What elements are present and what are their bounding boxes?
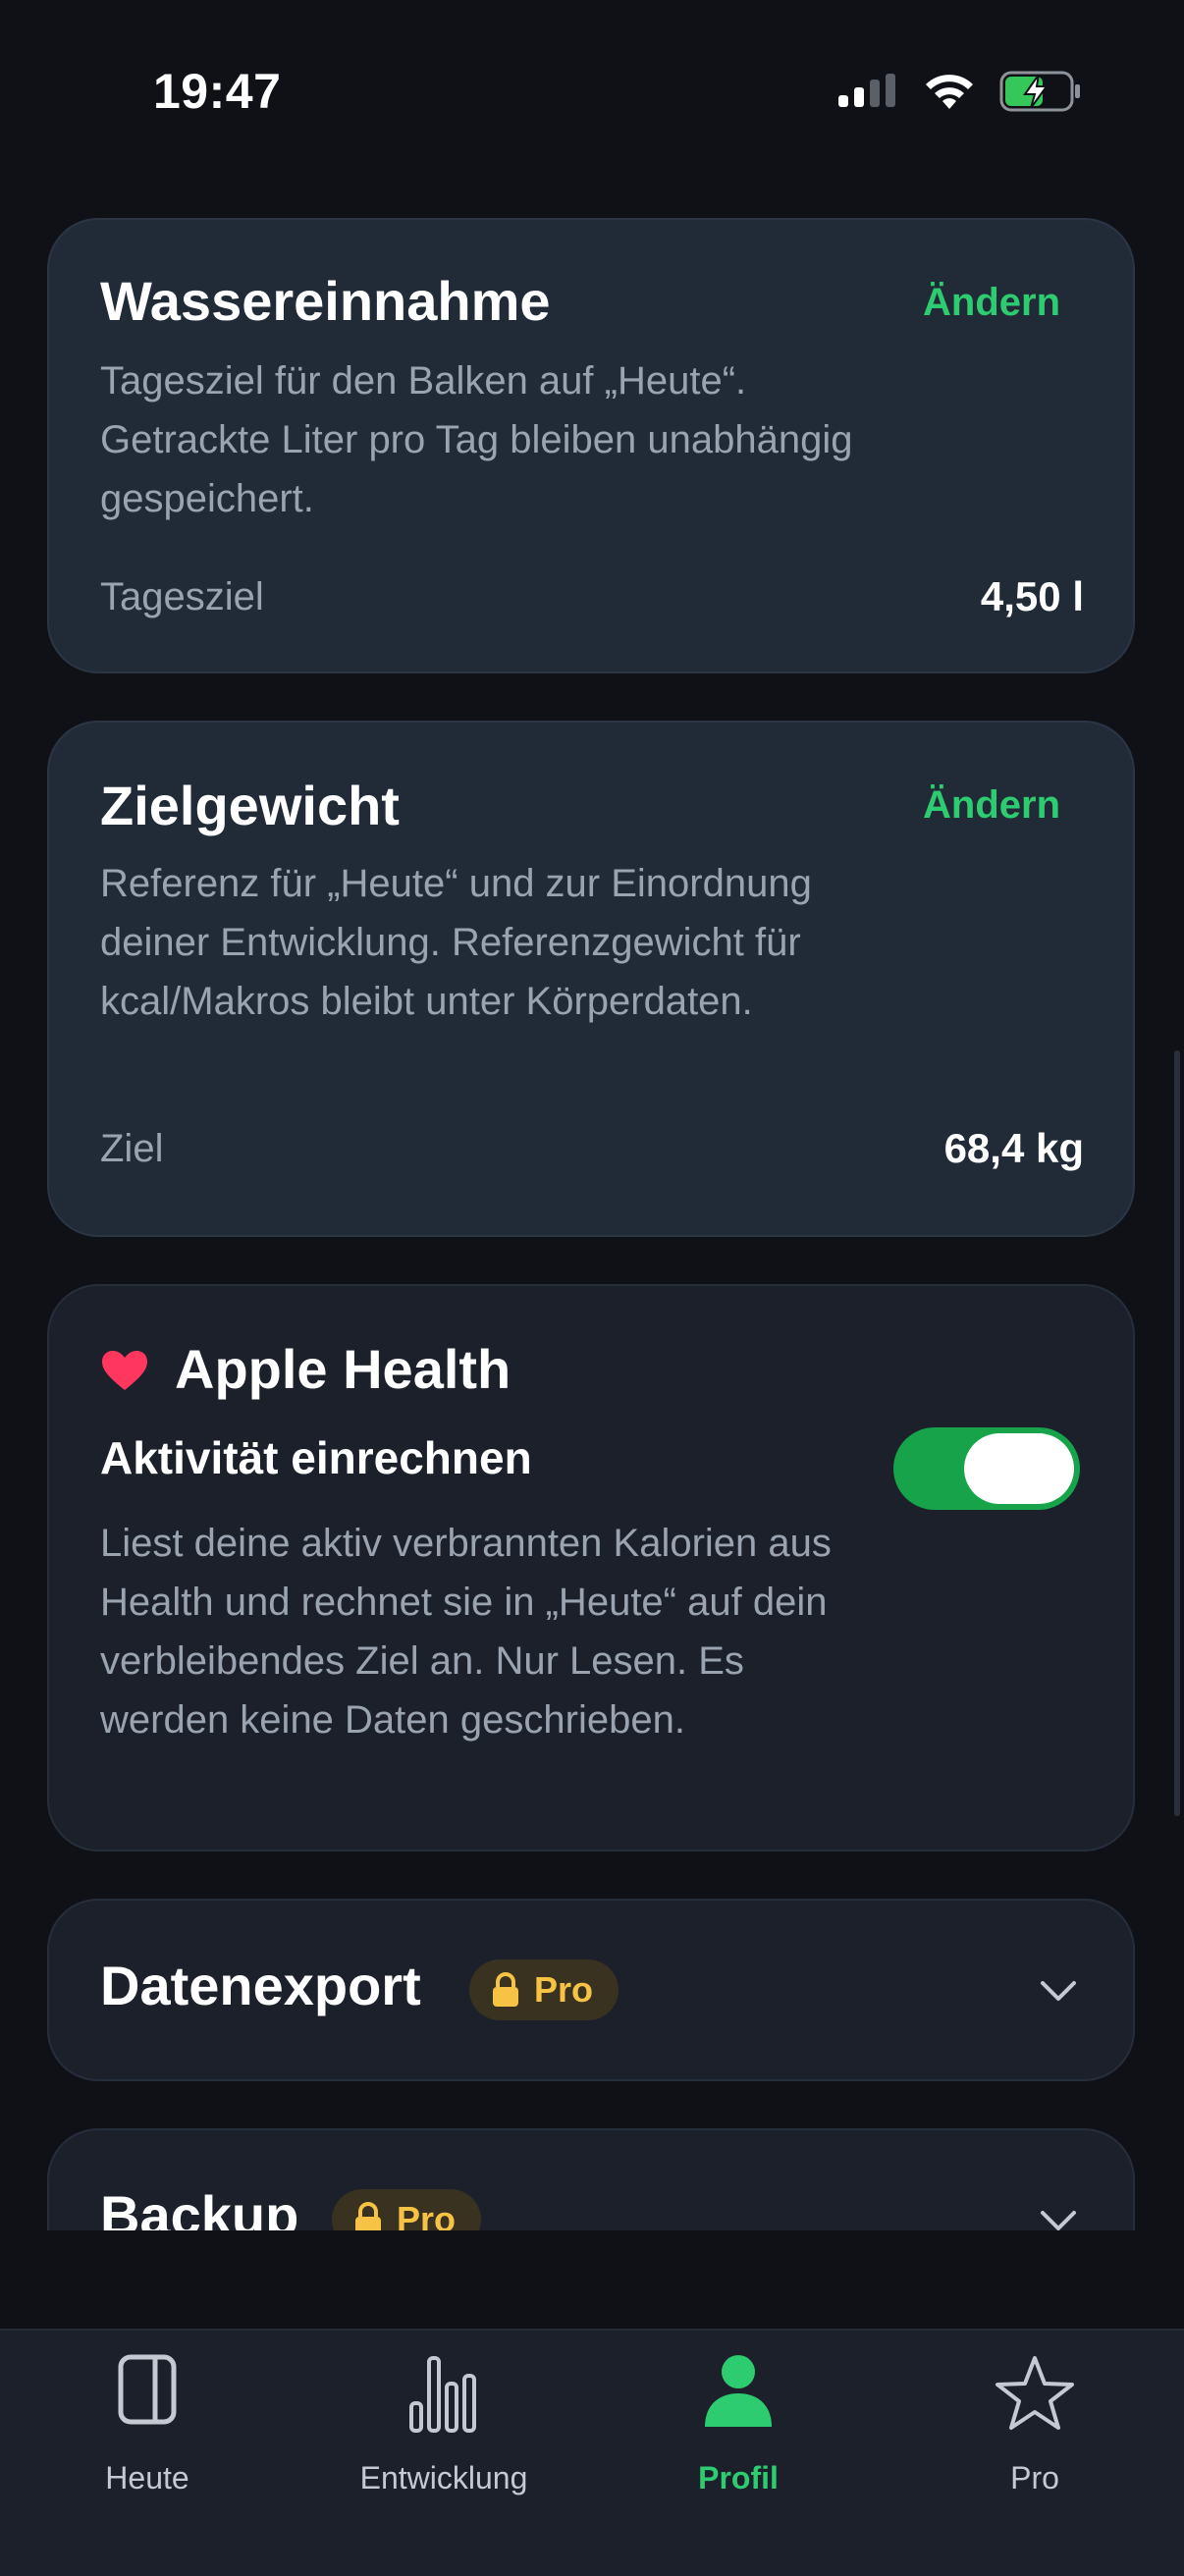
edit-water-button[interactable]: Ändern — [923, 281, 1060, 325]
pro-badge: Pro — [469, 1959, 619, 2020]
activity-toggle[interactable] — [893, 1427, 1080, 1510]
data-export-card[interactable]: Datenexport Pro — [47, 1899, 1135, 2081]
wifi-icon — [926, 75, 973, 109]
daily-goal-value: 4,50 l — [980, 573, 1084, 619]
lock-icon — [355, 2202, 381, 2230]
status-time: 19:47 — [153, 64, 282, 119]
card-title: Wassereinnahme — [100, 270, 551, 332]
target-weight-card: Zielgewicht Ändern Referenz für „Heute“ … — [47, 721, 1135, 1237]
card-title: Backup — [100, 2184, 299, 2230]
bar-chart-icon — [409, 2356, 476, 2433]
chevron-down-icon[interactable] — [1039, 1979, 1078, 2003]
settings-scroll-area[interactable]: Wassereinnahme Ändern Tagesziel für den … — [0, 187, 1184, 2230]
edit-weight-button[interactable]: Ändern — [923, 783, 1060, 828]
card-title: Datenexport — [100, 1955, 421, 2016]
today-panel-icon — [118, 2354, 177, 2425]
heart-icon — [102, 1351, 147, 1390]
backup-card[interactable]: Backup Pro — [47, 2128, 1135, 2230]
cellular-signal-icon — [838, 74, 895, 107]
card-title: Zielgewicht — [100, 775, 400, 836]
tab-label: Profil — [698, 2460, 779, 2496]
activity-toggle-label: Aktivität einrechnen — [100, 1432, 532, 1483]
target-label: Ziel — [100, 1127, 164, 1170]
card-description: Liest deine aktiv verbrannten Kalorien a… — [100, 1522, 832, 1742]
tab-bar: Heute Entwicklung Profil Pro — [0, 2329, 1184, 2576]
daily-goal-label: Tagesziel — [100, 575, 264, 618]
scroll-indicator — [1174, 1050, 1180, 1816]
water-intake-card: Wassereinnahme Ändern Tagesziel für den … — [47, 218, 1135, 673]
card-description: Referenz für „Heute“ und zur Einordnung … — [100, 862, 812, 1023]
tab-pro[interactable]: Pro — [888, 2354, 1182, 2496]
status-bar: 19:47 — [0, 0, 1184, 187]
star-icon — [996, 2356, 1074, 2430]
pro-badge-label: Pro — [534, 1969, 594, 2010]
apple-health-card: Apple Health Aktivität einrechnen Liest … — [47, 1284, 1135, 1852]
pro-badge-label: Pro — [397, 2199, 457, 2230]
pro-badge: Pro — [332, 2189, 482, 2230]
tab-entwicklung[interactable]: Entwicklung — [296, 2354, 591, 2496]
target-weight-value: 68,4 kg — [943, 1125, 1084, 1171]
tab-heute[interactable]: Heute — [0, 2354, 295, 2496]
chevron-down-icon[interactable] — [1039, 2209, 1078, 2230]
tab-label: Pro — [1010, 2460, 1059, 2496]
lock-icon — [493, 1972, 518, 2007]
tab-label: Heute — [105, 2460, 189, 2496]
tab-profil[interactable]: Profil — [591, 2354, 886, 2496]
card-description: Tagesziel für den Balken auf „Heute“. Ge… — [100, 359, 853, 520]
card-title: Apple Health — [175, 1338, 511, 1400]
tab-label: Entwicklung — [359, 2460, 528, 2496]
status-icons — [838, 71, 1082, 112]
toggle-knob — [964, 1433, 1074, 1504]
battery-charging-icon — [999, 71, 1080, 112]
person-icon — [705, 2355, 772, 2427]
